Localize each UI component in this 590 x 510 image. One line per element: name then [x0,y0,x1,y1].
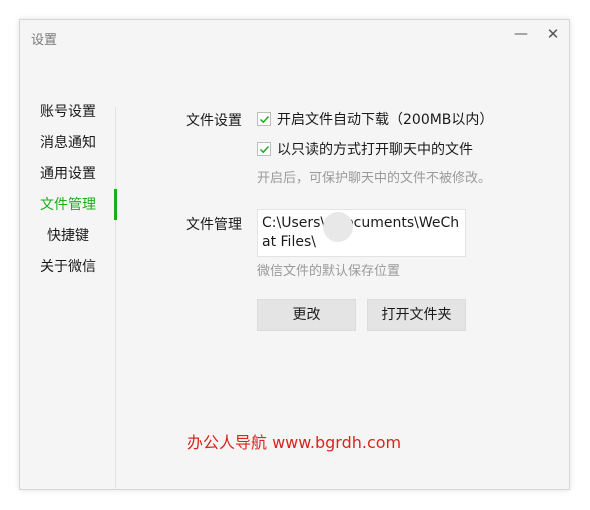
file-management-label: 文件管理 [186,217,242,233]
settings-window: 设置 — ✕ 账号设置 消息通知 通用设置 文件管理 快捷键 关于微信 文件设置… [19,19,570,490]
watermark-text: 办公人导航 www.bgrdh.com [187,433,402,452]
check-icon [259,145,270,154]
minimize-icon[interactable]: — [509,23,533,45]
sidebar-item-notifications[interactable]: 消息通知 [40,128,96,159]
window-title: 设置 [31,33,58,48]
file-path-display: C:\Users\ \Documents\WeChat Files\ [257,209,466,257]
file-path-hint: 微信文件的默认保存位置 [257,264,401,279]
sidebar-divider [115,107,116,490]
username-redaction [323,212,353,242]
sidebar-item-shortcuts[interactable]: 快捷键 [47,221,89,252]
close-icon[interactable]: ✕ [541,23,565,45]
read-only-label: 以只读的方式打开聊天中的文件 [277,142,473,158]
sidebar-active-indicator [114,189,117,220]
sidebar-item-general[interactable]: 通用设置 [40,159,96,190]
auto-download-label: 开启文件自动下载（200MB以内） [277,112,494,128]
auto-download-checkbox[interactable] [257,112,271,126]
sidebar-item-about[interactable]: 关于微信 [40,252,96,283]
read-only-checkbox[interactable] [257,142,271,156]
open-folder-button[interactable]: 打开文件夹 [367,299,466,331]
sidebar-item-file-management[interactable]: 文件管理 [40,190,96,221]
auto-download-checkbox-row[interactable]: 开启文件自动下载（200MB以内） [257,109,493,129]
check-icon [259,115,270,124]
sidebar-item-account[interactable]: 账号设置 [40,97,96,128]
file-settings-hint: 开启后，可保护聊天中的文件不被修改。 [257,171,492,186]
change-button[interactable]: 更改 [257,299,356,331]
file-settings-label: 文件设置 [186,113,242,129]
read-only-checkbox-row[interactable]: 以只读的方式打开聊天中的文件 [257,139,473,159]
